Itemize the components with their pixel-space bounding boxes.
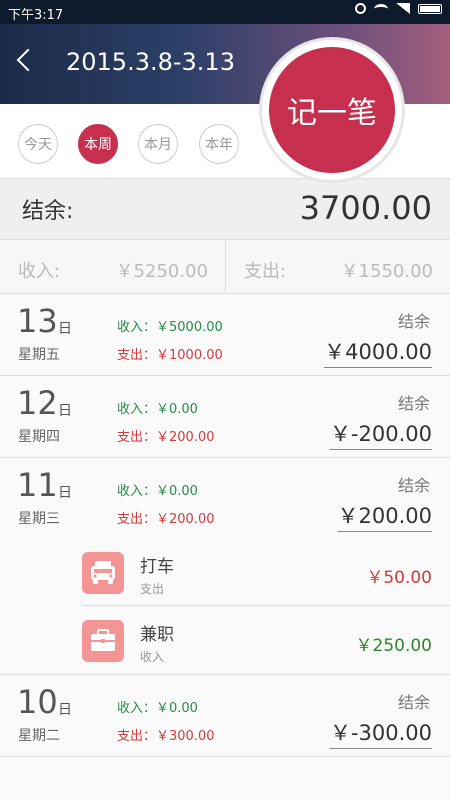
day-number: 13 [17,302,58,340]
record-type: 收入 [140,650,165,664]
totals-row: 收入: ￥5250.00 支出: ￥1550.00 [0,240,450,294]
status-time: 下午3:17 [8,8,64,23]
tab-this-month[interactable]: 本月 [138,124,178,164]
signal-icon [396,3,410,14]
income-total: 收入: ￥5250.00 [0,240,225,294]
balance-summary: 结余: 3700.00 [0,178,450,240]
expense-total: 支出: ￥1550.00 [225,240,450,294]
weekday: 星期三 [18,511,60,527]
expense-total-label: 支出: [244,261,287,282]
tab-this-year[interactable]: 本年 [199,124,239,164]
day-balance-value: ￥4000.00 [324,336,432,368]
record-item-parttime[interactable]: 兼职 收入 ￥250.00 [0,606,450,674]
day-row-10[interactable]: 10 日 星期二 收入：￥0.00 支出：￥300.00 结余 ￥-300.00 [0,675,450,757]
weekday: 星期二 [18,728,60,744]
record-amount: ￥250.00 [355,636,432,656]
day-balance-label: 结余 [397,312,430,331]
day-balance-label: 结余 [397,394,430,413]
back-arrow-icon[interactable] [16,48,40,72]
day-unit: 日 [58,403,72,419]
day-unit: 日 [58,485,72,501]
day-number: 12 [17,384,58,422]
tab-this-week[interactable]: 本周 [78,124,118,164]
status-bar: 下午3:17 [0,0,450,24]
day-balance-value: ￥200.00 [337,500,432,532]
record-item-taxi[interactable]: 打车 支出 ￥50.00 [0,538,450,606]
weekday: 星期四 [18,429,60,445]
day-income: 收入：￥0.00 [117,484,198,499]
battery-icon [418,3,442,14]
day-unit: 日 [58,321,72,337]
day-balance-value: ￥-200.00 [329,418,432,450]
day-expense: 支出：￥200.00 [117,430,215,445]
income-total-value: ￥5250.00 [115,261,208,282]
day-row-12[interactable]: 12 日 星期四 收入：￥0.00 支出：￥200.00 结余 ￥-200.00 [0,376,450,458]
day-balance-label: 结余 [397,693,430,712]
income-total-label: 收入: [18,261,61,282]
briefcase-icon [82,620,124,662]
day-row-11[interactable]: 11 日 星期三 收入：￥0.00 支出：￥200.00 结余 ￥200.00 [0,458,450,540]
status-icons [355,3,442,14]
day-unit: 日 [58,702,72,718]
weekday: 星期五 [18,347,60,363]
day-income: 收入：￥0.00 [117,402,198,417]
day-income: 收入：￥0.00 [117,701,198,716]
date-range-title: 2015.3.8-3.13 [66,48,235,76]
day-number: 11 [17,466,58,504]
day-expense: 支出：￥200.00 [117,512,215,527]
balance-label: 结余: [22,199,74,224]
day-number: 10 [17,683,58,721]
day-expense: 支出：￥1000.00 [117,348,223,363]
day-expense: 支出：￥300.00 [117,729,215,744]
day-balance-value: ￥-300.00 [329,717,432,749]
add-record-button[interactable]: 记一笔 [262,40,402,180]
wifi-icon [374,3,388,14]
balance-value: 3700.00 [299,189,432,227]
record-title: 兼职 [140,625,174,645]
expense-total-value: ￥1550.00 [340,261,433,282]
day-income: 收入：￥5000.00 [117,320,223,335]
record-type: 支出 [140,582,165,596]
alarm-icon [355,3,366,14]
record-title: 打车 [140,557,174,577]
tab-today[interactable]: 今天 [18,124,58,164]
day-balance-label: 结余 [397,476,430,495]
day-row-13[interactable]: 13 日 星期五 收入：￥5000.00 支出：￥1000.00 结余 ￥400… [0,294,450,376]
record-amount: ￥50.00 [366,568,432,588]
taxi-icon [82,552,124,594]
